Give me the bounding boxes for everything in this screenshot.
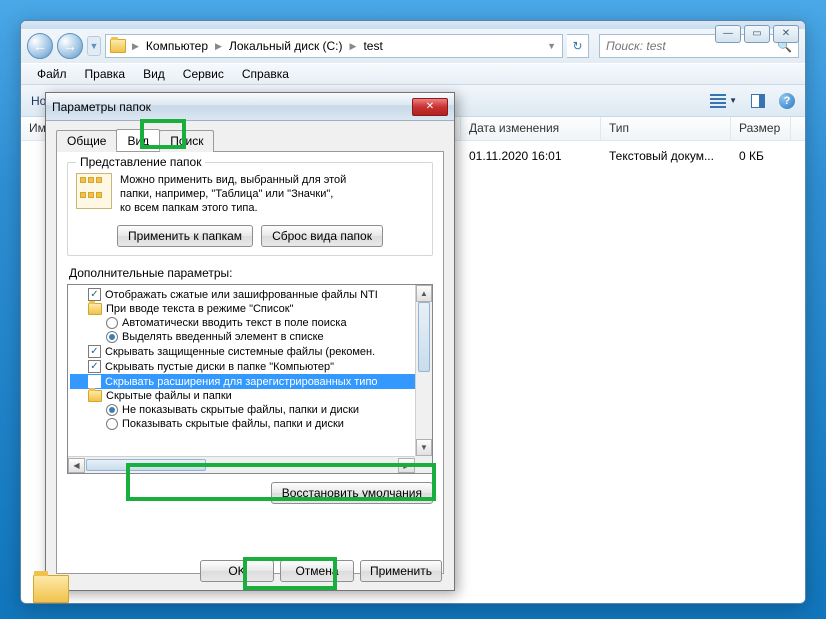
tree-item[interactable]: Отображать сжатые или зашифрованные файл…: [70, 287, 430, 302]
help-icon: ?: [779, 93, 795, 109]
breadcrumb-seg[interactable]: Локальный диск (C:): [226, 39, 346, 53]
tree-item[interactable]: При вводе текста в режиме "Список": [70, 302, 430, 316]
close-button[interactable]: ✕: [773, 25, 799, 43]
group-legend: Представление папок: [76, 155, 205, 169]
file-date: 01.11.2020 16:01: [461, 147, 601, 165]
scroll-down-button[interactable]: ▼: [416, 439, 432, 456]
tree-item-selected[interactable]: Скрывать расширения для зарегистрированн…: [70, 374, 430, 389]
folder-views-icon: [76, 173, 112, 209]
menu-view[interactable]: Вид: [135, 65, 173, 83]
nav-bar: ← → ▼ ▶ Компьютер ▶ Локальный диск (C:) …: [21, 29, 805, 63]
chevron-down-icon: ▼: [729, 96, 737, 105]
tree-item[interactable]: Скрытые файлы и папки: [70, 389, 430, 403]
view-mode-button[interactable]: ▼: [710, 94, 737, 108]
tab-search[interactable]: Поиск: [159, 130, 214, 152]
vertical-scrollbar[interactable]: ▲ ▼: [415, 285, 432, 456]
menu-file[interactable]: Файл: [29, 65, 75, 83]
folder-icon: [88, 303, 102, 315]
tab-view[interactable]: Вид: [116, 129, 160, 151]
explorer-titlebar[interactable]: [21, 21, 805, 29]
menu-bar: Файл Правка Вид Сервис Справка: [21, 63, 805, 85]
scroll-thumb[interactable]: [86, 459, 206, 471]
maximize-button[interactable]: ▭: [744, 25, 770, 43]
scroll-corner: [415, 456, 432, 473]
file-type: Текстовый докум...: [601, 147, 731, 165]
scroll-right-button[interactable]: ▶: [398, 458, 415, 473]
dialog-titlebar[interactable]: Параметры папок ✕: [46, 93, 454, 121]
reset-folders-button[interactable]: Сброс вида папок: [261, 225, 383, 247]
address-dropdown[interactable]: ▼: [545, 41, 558, 51]
tab-panel: Представление папок Можно применить вид,…: [56, 151, 444, 574]
pane-icon: [751, 94, 765, 108]
scroll-up-button[interactable]: ▲: [416, 285, 432, 302]
advanced-settings-tree[interactable]: Отображать сжатые или зашифрованные файл…: [67, 284, 433, 474]
breadcrumb-seg[interactable]: Компьютер: [143, 39, 211, 53]
cancel-button[interactable]: Отмена: [280, 560, 354, 582]
nav-back-button[interactable]: ←: [27, 33, 53, 59]
group-text: Можно применить вид, выбранный для этой …: [120, 173, 424, 215]
tab-general[interactable]: Общие: [56, 130, 117, 152]
col-date[interactable]: Дата изменения: [461, 117, 601, 140]
checkbox[interactable]: [88, 360, 101, 373]
dialog-title: Параметры папок: [52, 100, 151, 114]
folder-icon: [88, 390, 102, 402]
radio[interactable]: [106, 418, 118, 430]
col-size[interactable]: Размер: [731, 117, 791, 140]
tree-item[interactable]: Скрывать защищенные системные файлы (рек…: [70, 344, 430, 359]
list-icon: [710, 94, 726, 108]
restore-defaults-button[interactable]: Восстановить умолчания: [271, 482, 433, 504]
apply-button[interactable]: Применить: [360, 560, 442, 582]
chevron-icon[interactable]: ▶: [348, 41, 359, 52]
breadcrumb-seg[interactable]: test: [360, 39, 385, 53]
radio[interactable]: [106, 331, 118, 343]
taskbar-folder-icon[interactable]: [33, 575, 73, 609]
checkbox[interactable]: [88, 345, 101, 358]
folder-icon: [110, 39, 126, 53]
menu-help[interactable]: Справка: [234, 65, 297, 83]
tree-item[interactable]: Скрывать пустые диски в папке "Компьютер…: [70, 359, 430, 374]
nav-forward-button[interactable]: →: [57, 33, 83, 59]
checkbox[interactable]: [88, 375, 101, 388]
advanced-settings-label: Дополнительные параметры:: [69, 266, 433, 280]
address-bar[interactable]: ▶ Компьютер ▶ Локальный диск (C:) ▶ test…: [105, 34, 563, 58]
chevron-icon[interactable]: ▶: [130, 41, 141, 52]
apply-to-folders-button[interactable]: Применить к папкам: [117, 225, 253, 247]
nav-history-dropdown[interactable]: ▼: [87, 36, 101, 56]
preview-pane-button[interactable]: [751, 94, 765, 108]
tree-item[interactable]: Показывать скрытые файлы, папки и диски: [70, 417, 430, 431]
help-button[interactable]: ?: [779, 93, 795, 109]
refresh-button[interactable]: ↻: [567, 34, 589, 58]
radio[interactable]: [106, 404, 118, 416]
menu-tools[interactable]: Сервис: [175, 65, 232, 83]
minimize-button[interactable]: —: [715, 25, 741, 43]
tree-item[interactable]: Автоматически вводить текст в поле поиск…: [70, 316, 430, 330]
radio[interactable]: [106, 317, 118, 329]
horizontal-scrollbar[interactable]: ◀ ▶: [68, 456, 415, 473]
menu-edit[interactable]: Правка: [77, 65, 134, 83]
chevron-icon[interactable]: ▶: [213, 41, 224, 52]
dialog-close-button[interactable]: ✕: [412, 98, 448, 116]
folder-views-group: Представление папок Можно применить вид,…: [67, 162, 433, 256]
window-controls: — ▭ ✕: [715, 25, 799, 43]
scroll-thumb[interactable]: [418, 302, 430, 372]
scroll-left-button[interactable]: ◀: [68, 458, 85, 473]
ok-button[interactable]: OK: [200, 560, 274, 582]
col-type[interactable]: Тип: [601, 117, 731, 140]
tab-strip: Общие Вид Поиск: [56, 129, 444, 151]
tree-item[interactable]: Выделять введенный элемент в списке: [70, 330, 430, 344]
file-size: 0 КБ: [731, 147, 791, 165]
folder-options-dialog: Параметры папок ✕ Общие Вид Поиск Предст…: [45, 92, 455, 591]
tree-item[interactable]: Не показывать скрытые файлы, папки и дис…: [70, 403, 430, 417]
dialog-actions: OK Отмена Применить: [200, 560, 442, 582]
checkbox[interactable]: [88, 288, 101, 301]
